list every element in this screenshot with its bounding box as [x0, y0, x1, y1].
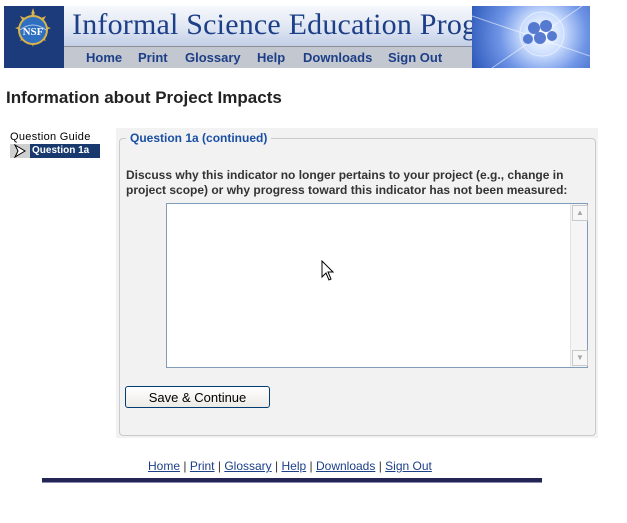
footer-glossary-link[interactable]: Glossary: [224, 459, 271, 473]
nav-home[interactable]: Home: [86, 50, 122, 65]
footer-separator: |: [275, 459, 279, 473]
question-legend: Question 1a (continued): [126, 131, 272, 145]
nav-downloads[interactable]: Downloads: [303, 50, 372, 65]
footer-help-link[interactable]: Help: [281, 459, 306, 473]
nav-print[interactable]: Print: [138, 50, 168, 65]
nsf-logo: NSF: [4, 6, 62, 68]
page-title: Information about Project Impacts: [6, 88, 282, 107]
question-guide-label: Question Guide: [10, 131, 91, 143]
question-guide-item-1a[interactable]: Question 1a: [10, 143, 100, 159]
header-banner: NSF Informal Science Education Program H…: [4, 6, 590, 68]
question-guide-item-label: Question 1a: [32, 145, 90, 156]
answer-textarea[interactable]: [166, 203, 588, 368]
top-nav: Home Print Glossary Help Downloads Sign …: [64, 46, 472, 68]
question-panel: Question 1a (continued) Discuss why this…: [116, 128, 598, 438]
nav-sign-out[interactable]: Sign Out: [388, 50, 442, 65]
footer-home-link[interactable]: Home: [148, 459, 180, 473]
question-prompt: Discuss why this indicator no longer per…: [126, 168, 568, 197]
footer-nav: Home | Print | Glossary | Help | Downloa…: [148, 459, 432, 473]
nav-glossary[interactable]: Glossary: [185, 50, 241, 65]
footer-downloads-link[interactable]: Downloads: [316, 459, 375, 473]
footer-sign-out-link[interactable]: Sign Out: [385, 459, 432, 473]
save-continue-button[interactable]: Save & Continue: [125, 386, 270, 408]
arrow-pointer-icon: [10, 143, 30, 159]
footer-print-link[interactable]: Print: [190, 459, 215, 473]
banner-title-area: Informal Science Education Program: [64, 6, 524, 46]
footer-separator: |: [378, 459, 382, 473]
nav-help[interactable]: Help: [257, 50, 285, 65]
footer-divider: [42, 478, 542, 483]
site-title: Informal Science Education Program: [72, 8, 525, 41]
footer-separator: |: [217, 459, 221, 473]
footer-separator: |: [183, 459, 187, 473]
nsf-logo-text: NSF: [23, 26, 44, 38]
molecule-graphic: [471, 6, 590, 68]
footer-separator: |: [309, 459, 313, 473]
